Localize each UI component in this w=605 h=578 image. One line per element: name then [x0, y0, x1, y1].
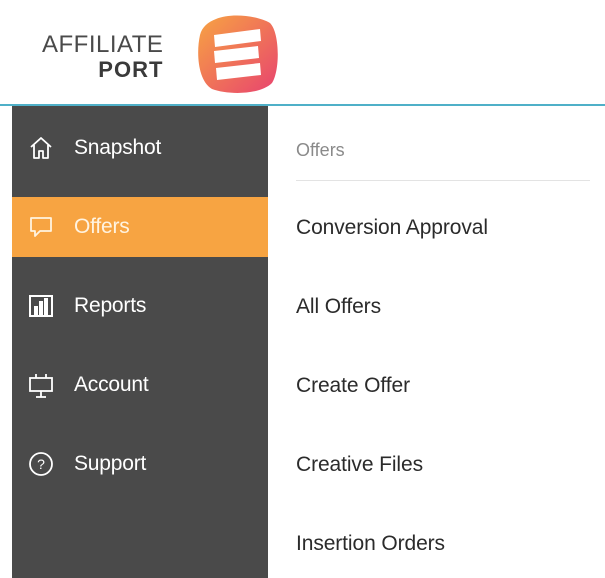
- header: AFFILIATE PORT: [0, 0, 605, 105]
- sidebar-item-support[interactable]: ? Support: [12, 434, 268, 494]
- home-icon: [28, 135, 54, 161]
- easel-icon: [28, 372, 54, 398]
- sidebar-item-reports[interactable]: Reports: [12, 276, 268, 336]
- submenu-item-conversion-approval[interactable]: Conversion Approval: [296, 216, 488, 240]
- submenu-item-insertion-orders[interactable]: Insertion Orders: [296, 532, 445, 556]
- sidebar-item-label: Support: [74, 452, 147, 475]
- submenu-item-create-offer[interactable]: Create Offer: [296, 374, 410, 398]
- question-circle-icon: ?: [28, 451, 54, 477]
- sidebar-item-label: Account: [74, 373, 149, 396]
- brand-logo-icon[interactable]: [194, 13, 280, 95]
- sidebar-item-label: Snapshot: [74, 136, 162, 159]
- brand-logo-text[interactable]: AFFILIATE PORT: [42, 33, 163, 81]
- brand-name-line1: AFFILIATE: [42, 31, 164, 58]
- brand-name-line2: PORT: [98, 57, 164, 82]
- sidebar-item-account[interactable]: Account: [12, 355, 268, 415]
- svg-text:?: ?: [37, 456, 45, 472]
- speech-bubble-icon: [28, 214, 54, 240]
- sidebar-item-offers[interactable]: Offers: [12, 197, 268, 257]
- sidebar-item-label: Reports: [74, 294, 147, 317]
- submenu-item-all-offers[interactable]: All Offers: [296, 295, 381, 319]
- bar-chart-icon: [28, 293, 54, 319]
- submenu-title: Offers: [296, 140, 345, 160]
- submenu-item-creative-files[interactable]: Creative Files: [296, 453, 423, 477]
- offers-submenu: Offers Conversion Approval All Offers Cr…: [268, 106, 605, 578]
- sidebar: Snapshot Offers Reports Account ? Suppor…: [12, 106, 268, 578]
- sidebar-item-label: Offers: [74, 215, 130, 238]
- submenu-divider: [296, 180, 590, 181]
- sidebar-item-snapshot[interactable]: Snapshot: [12, 118, 268, 178]
